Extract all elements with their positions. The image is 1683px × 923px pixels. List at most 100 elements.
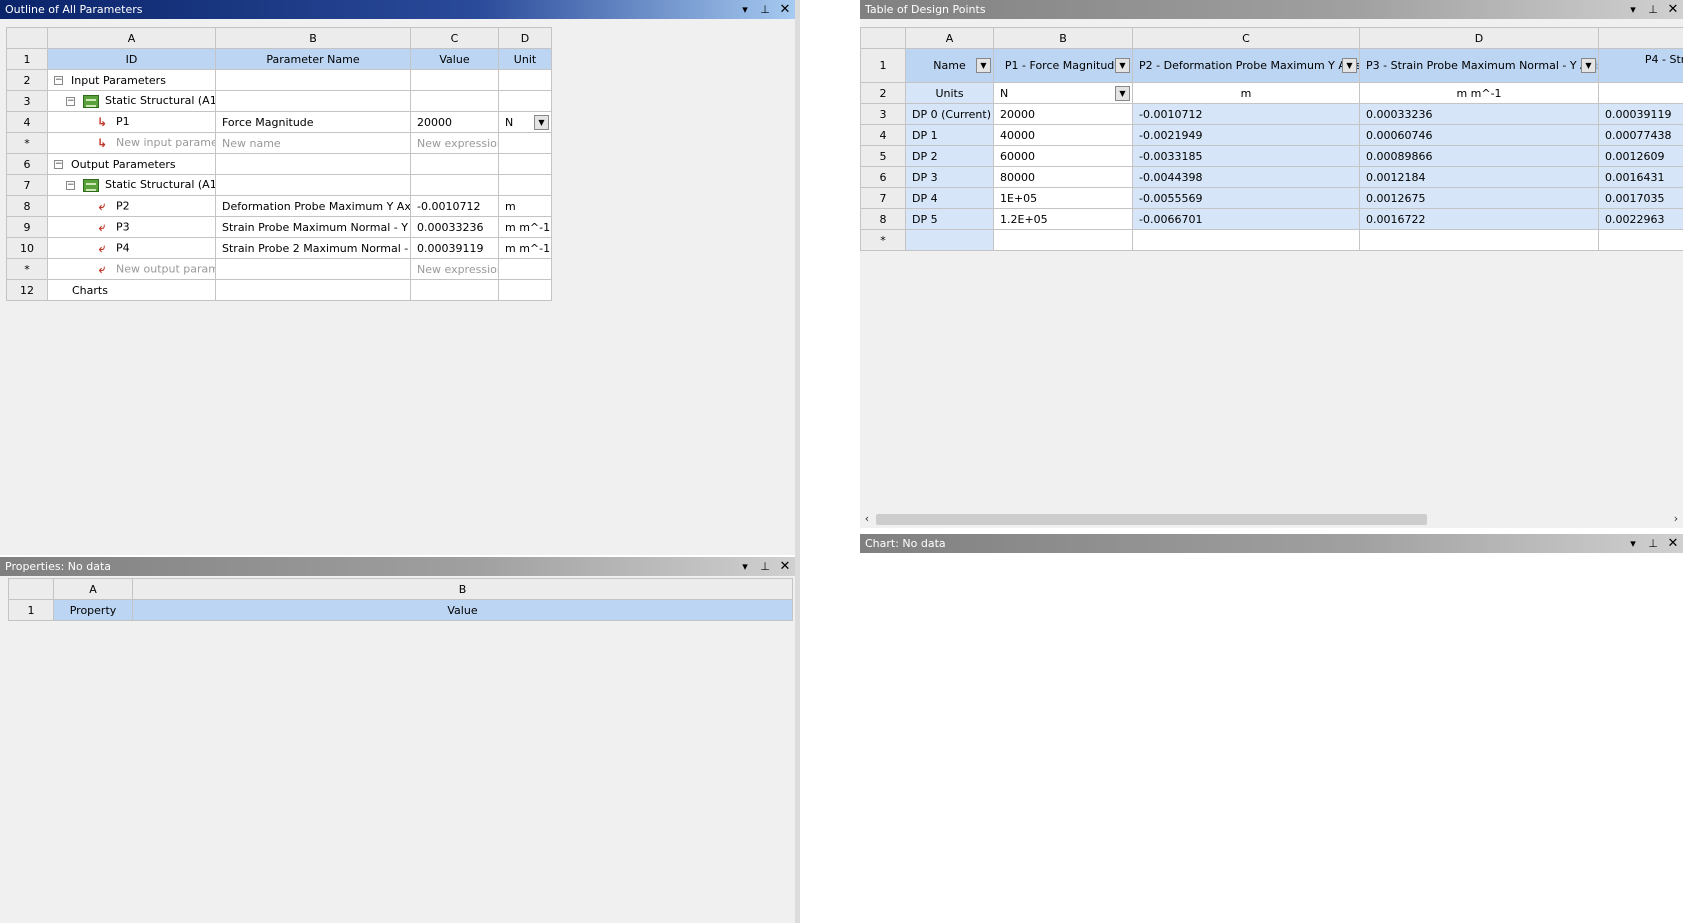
col-letter-c[interactable]: C (1132, 27, 1360, 49)
dp-p2-cell[interactable]: -0.0044398 (1132, 166, 1360, 188)
value-cell[interactable]: -0.0010712 (410, 195, 499, 217)
table-row[interactable]: 7 DP 4 1E+05 -0.0055569 0.0012675 0.0017… (860, 187, 1683, 209)
tree-cell[interactable]: − Static Structural (A1) (47, 90, 216, 112)
value-cell[interactable] (410, 174, 499, 196)
col-letter-a[interactable]: A (53, 578, 133, 600)
col-header-p2[interactable]: P2 - Deformation Probe Maximum Y Axis ▼ (1132, 48, 1360, 83)
dp-p4-cell[interactable]: 0.00077438 (1598, 124, 1683, 146)
col-letter-b[interactable]: B (993, 27, 1133, 49)
col-header-id[interactable]: ID (47, 48, 216, 70)
close-icon[interactable]: ✕ (1667, 534, 1679, 553)
table-row[interactable]: 8 DP 5 1.2E+05 -0.0066701 0.0016722 0.00… (860, 208, 1683, 230)
filter-dropdown-icon[interactable]: ▼ (976, 58, 991, 73)
dp-name-cell[interactable]: DP 0 (Current) (905, 103, 994, 125)
name-cell[interactable] (215, 153, 411, 175)
new-dp-name-cell[interactable] (905, 229, 994, 251)
col-letter-b[interactable]: B (132, 578, 793, 600)
table-row[interactable]: 9 ⤶ P3 Strain Probe Maximum Normal - Y Ax… (6, 216, 552, 238)
dp-name-cell[interactable]: DP 4 (905, 187, 994, 209)
name-cell[interactable] (215, 279, 411, 301)
name-cell[interactable]: Strain Probe 2 Maximum Normal - Y Axis (215, 237, 411, 259)
table-row[interactable]: 4 ↳ P1 Force Magnitude 20000 N ▼ (6, 111, 552, 133)
value-cell[interactable]: 20000 (410, 111, 499, 133)
unit-cell[interactable] (498, 258, 552, 280)
dp-p2-cell[interactable]: -0.0055569 (1132, 187, 1360, 209)
col-header-value[interactable]: Value (132, 599, 793, 621)
col-header-p1[interactable]: P1 - Force Magnitude ▼ (993, 48, 1133, 83)
dp-p4-cell[interactable]: 0.00039119 (1598, 103, 1683, 125)
close-icon[interactable]: ✕ (1667, 0, 1679, 19)
value-cell[interactable] (410, 153, 499, 175)
menu-dropdown-icon[interactable]: ▾ (1627, 534, 1639, 553)
dp-p4-cell[interactable]: 0.0022963 (1598, 208, 1683, 230)
dp-p1-cell[interactable]: 1.2E+05 (993, 208, 1133, 230)
col-header-unit[interactable]: Unit (498, 48, 552, 70)
unit-cell[interactable]: m m^-1 (498, 237, 552, 259)
table-row[interactable]: 3 DP 0 (Current) 20000 -0.0010712 0.0003… (860, 103, 1683, 125)
dp-p1-cell[interactable]: 40000 (993, 124, 1133, 146)
dp-p3-cell[interactable]: 0.00033236 (1359, 103, 1599, 125)
pin-icon[interactable]: ⊥ (1647, 534, 1659, 553)
unit-cell[interactable]: m (498, 195, 552, 217)
dp-p2-cell[interactable]: -0.0033185 (1132, 145, 1360, 167)
new-dp-p1-cell[interactable] (993, 229, 1133, 251)
new-name-cell[interactable]: New name (215, 132, 411, 154)
table-row[interactable]: 6 DP 3 80000 -0.0044398 0.0012184 0.0016… (860, 166, 1683, 188)
table-row[interactable]: * ⤶ New output parameter New expression (6, 258, 552, 280)
row-number[interactable]: 1 (860, 48, 906, 83)
menu-dropdown-icon[interactable]: ▾ (739, 0, 751, 19)
outline-panel-title[interactable]: Outline of All Parameters ▾ ⊥ ✕ (0, 0, 795, 19)
dp-p1-cell[interactable]: 20000 (993, 103, 1133, 125)
row-number[interactable]: 1 (8, 599, 54, 621)
unit-cell[interactable] (498, 153, 552, 175)
col-header-value[interactable]: Value (410, 48, 499, 70)
vertical-splitter[interactable] (795, 0, 800, 923)
tree-cell[interactable]: Charts (47, 279, 216, 301)
col-letter-e[interactable] (1598, 27, 1683, 49)
horizontal-scrollbar[interactable]: ‹ › (860, 511, 1683, 527)
table-row[interactable]: 10 ⤶ P4 Strain Probe 2 Maximum Normal - Y… (6, 237, 552, 259)
table-row[interactable]: 4 DP 1 40000 -0.0021949 0.00060746 0.000… (860, 124, 1683, 146)
unit-cell[interactable]: m m^-1 (498, 216, 552, 238)
filter-dropdown-icon[interactable]: ▼ (1342, 58, 1357, 73)
table-row[interactable]: 2 − Input Parameters (6, 69, 552, 91)
col-header-parameter-name[interactable]: Parameter Name (215, 48, 411, 70)
close-icon[interactable]: ✕ (779, 0, 791, 19)
menu-dropdown-icon[interactable]: ▾ (1627, 0, 1639, 19)
col-letter-d[interactable]: D (498, 27, 552, 49)
new-output-parameter-cell[interactable]: ⤶ New output parameter (47, 258, 216, 280)
dp-name-cell[interactable]: DP 2 (905, 145, 994, 167)
dp-p4-cell[interactable]: 0.0017035 (1598, 187, 1683, 209)
close-icon[interactable]: ✕ (779, 557, 791, 576)
collapse-icon[interactable]: − (54, 160, 63, 169)
table-row[interactable]: 8 ⤶ P2 Deformation Probe Maximum Y Axis -… (6, 195, 552, 217)
col-header-name[interactable]: Name ▼ (905, 48, 994, 83)
table-row[interactable]: 12 Charts (6, 279, 552, 301)
dp-p1-cell[interactable]: 80000 (993, 166, 1133, 188)
scroll-right-icon[interactable]: › (1669, 511, 1683, 527)
design-points-panel-title[interactable]: Table of Design Points ▾ ⊥ ✕ (860, 0, 1683, 19)
value-cell[interactable] (410, 69, 499, 91)
table-row[interactable]: 5 DP 2 60000 -0.0033185 0.00089866 0.001… (860, 145, 1683, 167)
name-cell[interactable]: Deformation Probe Maximum Y Axis (215, 195, 411, 217)
col-letter-b[interactable]: B (215, 27, 411, 49)
unit-cell[interactable] (498, 174, 552, 196)
dp-p2-cell[interactable]: -0.0010712 (1132, 103, 1360, 125)
properties-panel-title[interactable]: Properties: No data ▾ ⊥ ✕ (0, 557, 795, 576)
collapse-icon[interactable]: − (66, 180, 75, 190)
col-letter-d[interactable]: D (1359, 27, 1599, 49)
dp-p2-cell[interactable]: -0.0066701 (1132, 208, 1360, 230)
new-input-parameter-cell[interactable]: ↳ New input parameter (47, 132, 216, 154)
value-cell[interactable] (410, 279, 499, 301)
new-expression-cell[interactable]: New expression (410, 132, 499, 154)
dp-p3-cell[interactable]: 0.00089866 (1359, 145, 1599, 167)
name-cell[interactable]: Force Magnitude (215, 111, 411, 133)
dp-p4-cell[interactable]: 0.0012609 (1598, 145, 1683, 167)
dp-name-cell[interactable]: DP 1 (905, 124, 994, 146)
unit-dropdown-icon[interactable]: ▼ (1115, 86, 1130, 101)
table-row[interactable]: * ↳ New input parameter New name New expr… (6, 132, 552, 154)
new-dp-row[interactable]: * (860, 229, 1683, 251)
name-cell[interactable] (215, 90, 411, 112)
unit-cell[interactable] (498, 279, 552, 301)
col-letter-a[interactable]: A (905, 27, 994, 49)
